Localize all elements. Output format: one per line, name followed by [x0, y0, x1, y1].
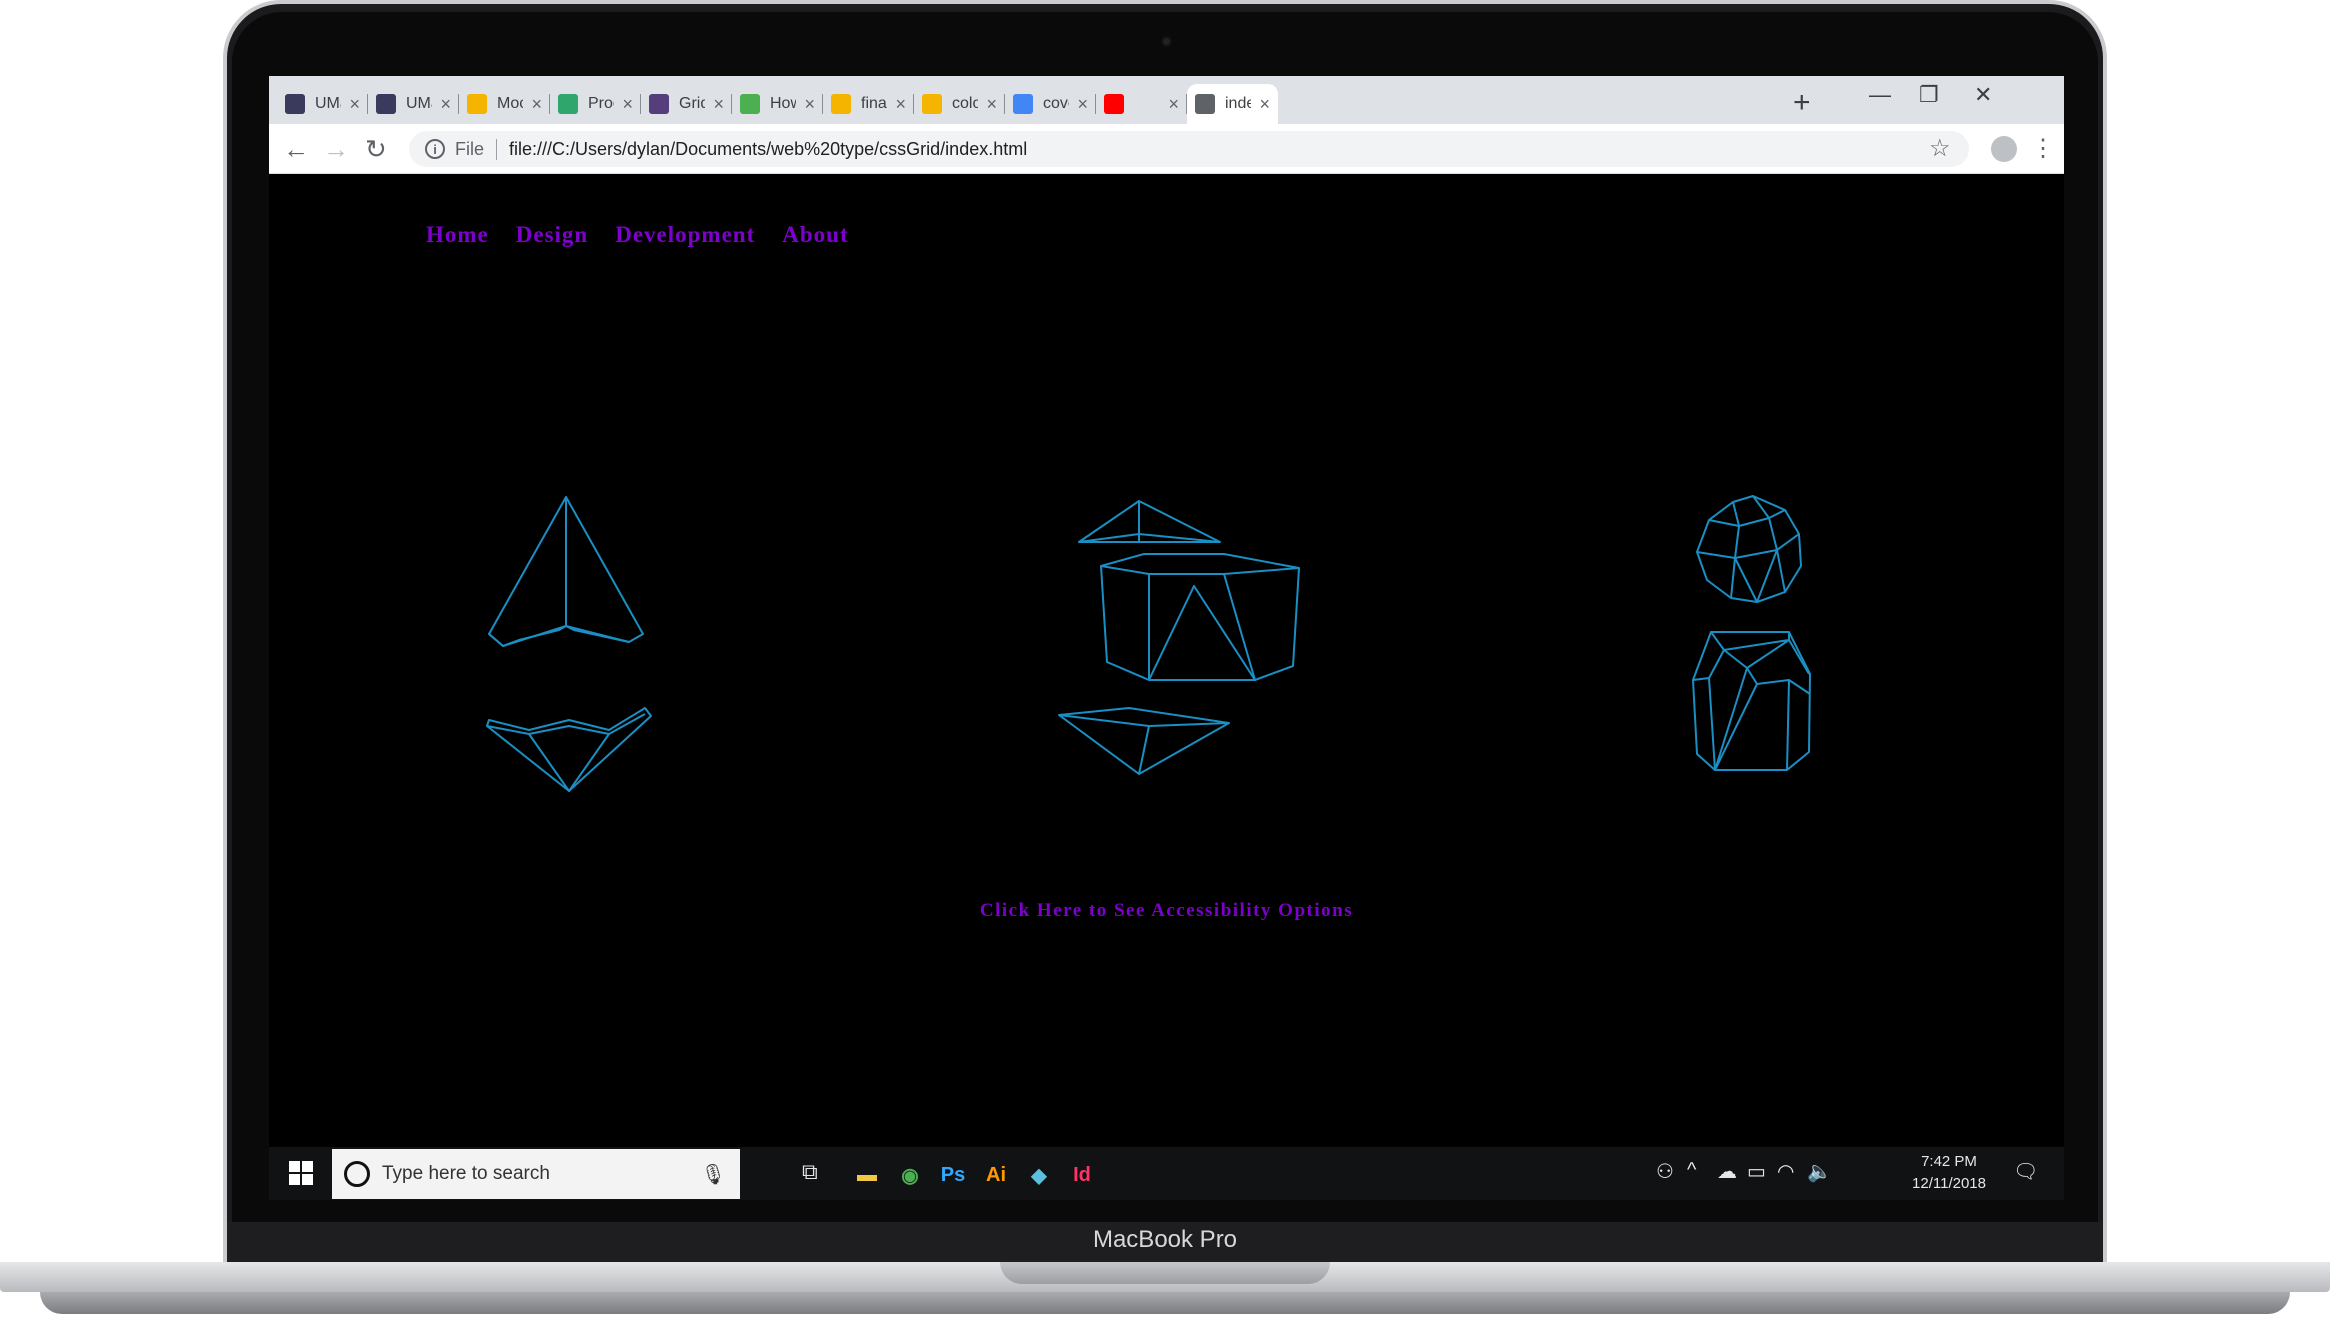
tab-close-icon[interactable]: ×	[1077, 94, 1088, 115]
google-drive-icon	[467, 94, 487, 114]
tab-close-icon[interactable]: ×	[622, 94, 633, 115]
tab-title: color th	[952, 95, 979, 112]
windows-start-icon[interactable]	[289, 1161, 313, 1185]
bookmark-star-icon[interactable]: ☆	[1929, 134, 1951, 163]
tab-close-icon[interactable]: ×	[1168, 94, 1179, 115]
battery-icon[interactable]: ▭	[1747, 1159, 1766, 1184]
file-explorer-icon[interactable]: ▬	[847, 1155, 887, 1195]
file-icon	[1195, 94, 1215, 114]
web-page: Home Design Development About Click Here…	[269, 174, 2064, 1147]
tab-title: Mock U	[497, 95, 524, 112]
browser-tab[interactable]: How To ×	[732, 84, 823, 124]
cortana-icon	[344, 1161, 370, 1187]
profile-avatar[interactable]	[1991, 136, 2017, 162]
forward-button[interactable]: →	[323, 134, 349, 165]
google-drive-icon	[922, 94, 942, 114]
tab-title: final - C	[861, 95, 888, 112]
tab-title: UMass	[406, 95, 432, 112]
clock-date: 12/11/2018	[1912, 1175, 1986, 1192]
pyramid-wireframe	[488, 496, 644, 647]
browser-tab[interactable]: UMass ×	[277, 84, 368, 124]
webcam	[1161, 36, 1172, 47]
browser-tab[interactable]: index.h ×	[1187, 84, 1278, 124]
close-window-button[interactable]: ✕	[1974, 82, 1992, 108]
people-icon[interactable]: ⚇	[1656, 1159, 1674, 1184]
tab-title: Produc	[588, 95, 614, 112]
sphere-wireframe	[1696, 495, 1802, 603]
product-icon	[558, 94, 578, 114]
tab-title: UMass	[315, 95, 341, 112]
browser-tab[interactable]: Produc ×	[550, 84, 641, 124]
tab-close-icon[interactable]: ×	[440, 94, 451, 115]
task-view-icon[interactable]: ⧉	[802, 1159, 818, 1185]
umass-icon	[285, 94, 305, 114]
google-docs-icon	[1013, 94, 1033, 114]
back-button[interactable]: ←	[283, 134, 309, 165]
browser-tab[interactable]: UMass ×	[368, 84, 459, 124]
bowl-wireframe	[486, 707, 652, 792]
browser-tab[interactable]: cover le ×	[1005, 84, 1096, 124]
clock-time: 7:42 PM	[1921, 1153, 1977, 1170]
illustrator-icon[interactable]: Ai	[976, 1155, 1016, 1195]
prism-wireframe	[1100, 553, 1300, 681]
screen: UMass×UMass×Mock U×Produc×Grid Te×How To…	[269, 76, 2064, 1200]
system-clock[interactable]: 7:42 PM 12/11/2018	[1899, 1151, 1999, 1195]
chrome-icon[interactable]: ◉	[890, 1155, 930, 1195]
tab-strip: UMass×UMass×Mock U×Produc×Grid Te×How To…	[269, 76, 2064, 124]
tab-title: cover le	[1043, 95, 1069, 112]
tab-close-icon[interactable]: ×	[804, 94, 815, 115]
wifi-icon[interactable]: ◠	[1777, 1159, 1794, 1184]
tab-title: How To	[770, 95, 797, 112]
laptop-notch	[1000, 1262, 1330, 1284]
minimize-button[interactable]: —	[1869, 82, 1891, 108]
block-wireframe	[1692, 631, 1811, 771]
indesign-icon[interactable]: Id	[1062, 1155, 1102, 1195]
browser-tab[interactable]: final - C ×	[823, 84, 914, 124]
show-hidden-icons-chevron-icon[interactable]: ^	[1687, 1159, 1696, 1182]
browser-tab[interactable]: Mock U ×	[459, 84, 550, 124]
tab-close-icon[interactable]: ×	[986, 94, 997, 115]
laptop-base-bottom	[40, 1292, 2290, 1314]
restore-button[interactable]: ❐	[1919, 82, 1939, 108]
tab-close-icon[interactable]: ×	[1259, 94, 1270, 115]
bootstrap-icon	[649, 94, 669, 114]
tab-close-icon[interactable]: ×	[713, 94, 724, 115]
google-drive-icon	[831, 94, 851, 114]
browser-tab[interactable]: Grid Te ×	[641, 84, 732, 124]
browser-tab[interactable]: ×	[1096, 84, 1187, 124]
tab-close-icon[interactable]: ×	[531, 94, 542, 115]
tab-title: Grid Te	[679, 95, 706, 112]
tab-close-icon[interactable]: ×	[349, 94, 360, 115]
scheme-label: File	[455, 138, 498, 160]
wedge-wireframe	[1058, 707, 1230, 775]
microphone-icon[interactable]: 🎙	[701, 1162, 726, 1187]
gitkraken-icon[interactable]: ◆	[1019, 1155, 1059, 1195]
action-center-icon[interactable]: 🗨	[2013, 1159, 2038, 1184]
cap-wireframe	[1078, 500, 1221, 543]
youtube-icon	[1104, 94, 1124, 114]
reload-button[interactable]: ↻	[365, 134, 387, 165]
accessibility-link[interactable]: Click Here to See Accessibility Options	[269, 900, 2064, 922]
address-bar[interactable]: i File file:///C:/Users/dylan/Documents/…	[409, 131, 1969, 167]
info-icon[interactable]: i	[425, 139, 445, 159]
device-label: MacBook Pro	[1092, 1226, 1238, 1253]
tab-title: index.h	[1225, 95, 1252, 112]
volume-icon[interactable]: 🔈	[1807, 1159, 1832, 1184]
umass-icon	[376, 94, 396, 114]
taskbar-search[interactable]: Type here to search 🎙	[332, 1149, 740, 1199]
browser-toolbar: ← → ↻ i File file:///C:/Users/dylan/Docu…	[269, 124, 2064, 174]
browser-tab[interactable]: color th ×	[914, 84, 1005, 124]
wireframe-shapes	[486, 495, 1811, 792]
search-placeholder: Type here to search	[382, 1163, 550, 1184]
chrome-menu-icon[interactable]: ⋮	[2031, 134, 2055, 163]
new-tab-button[interactable]: +	[1793, 86, 1811, 120]
url-text[interactable]: file:///C:/Users/dylan/Documents/web%20t…	[509, 139, 1027, 160]
w3schools-icon	[740, 94, 760, 114]
windows-taskbar: Type here to search 🎙 ⧉ ▬ ◉ Ps Ai ◆ Id ⚇ ^ ☁ …	[269, 1147, 2064, 1200]
tab-close-icon[interactable]: ×	[895, 94, 906, 115]
onedrive-cloud-icon[interactable]: ☁	[1717, 1159, 1737, 1184]
photoshop-icon[interactable]: Ps	[933, 1155, 973, 1195]
